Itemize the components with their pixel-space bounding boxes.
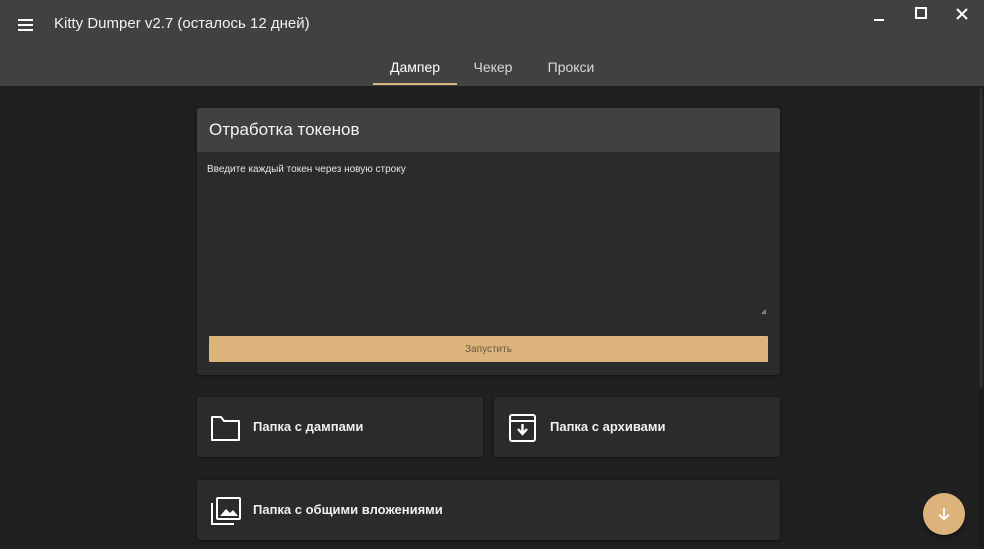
photo-library-icon — [210, 496, 242, 526]
token-card-header: Отработка токенов — [197, 108, 780, 152]
token-textarea[interactable] — [207, 164, 768, 312]
open-dumps-folder-button[interactable]: Папка с дампами — [197, 397, 483, 457]
archives-folder-label: Папка с архивами — [550, 419, 666, 434]
token-processing-card: Отработка токенов Запустить — [197, 108, 780, 375]
folder-icon — [210, 413, 242, 443]
attachments-folder-label: Папка с общими вложениями — [253, 502, 443, 517]
tab-checker[interactable]: Чекер — [462, 50, 524, 84]
maximize-icon — [915, 7, 927, 19]
open-attachments-folder-button[interactable]: Папка с общими вложениями — [197, 480, 780, 540]
minimize-icon — [874, 19, 884, 21]
tab-damper[interactable]: Дампер — [373, 50, 457, 84]
maximize-button[interactable] — [907, 4, 935, 26]
scrollbar-thumb[interactable] — [979, 88, 983, 388]
scroll-down-button[interactable] — [923, 493, 965, 535]
start-button[interactable]: Запустить — [209, 336, 768, 362]
close-button[interactable] — [948, 4, 976, 26]
menu-icon[interactable] — [16, 16, 36, 34]
tab-proxy[interactable]: Прокси — [536, 50, 606, 84]
title-bar: Kitty Dumper v2.7 (осталось 12 дней) — [0, 0, 984, 50]
open-archives-folder-button[interactable]: Папка с архивами — [494, 397, 780, 457]
active-tab-indicator — [373, 83, 457, 85]
arrow-down-icon — [938, 508, 950, 521]
archive-icon — [507, 413, 539, 443]
tab-bar: Дампер Чекер Прокси — [0, 50, 984, 86]
resize-grip-icon[interactable] — [761, 302, 767, 315]
minimize-button[interactable] — [865, 4, 893, 26]
app-title: Kitty Dumper v2.7 (осталось 12 дней) — [54, 15, 310, 32]
close-icon — [956, 8, 968, 20]
app-window: Kitty Dumper v2.7 (осталось 12 дней) Дам… — [0, 0, 984, 549]
token-card-title: Отработка токенов — [209, 120, 360, 139]
dumps-folder-label: Папка с дампами — [253, 419, 364, 434]
